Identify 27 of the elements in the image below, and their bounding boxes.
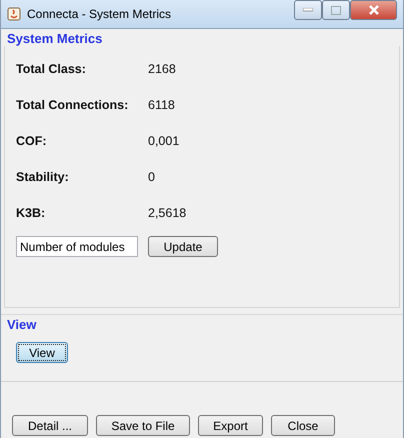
section-heading: System Metrics xyxy=(6,30,104,46)
minimize-button[interactable] xyxy=(294,0,322,20)
maximize-button[interactable] xyxy=(322,0,350,20)
metric-value: 6118 xyxy=(148,97,176,112)
close-button[interactable] xyxy=(350,0,397,20)
metric-label: Stability: xyxy=(16,169,70,184)
metric-label: K3B: xyxy=(16,205,46,220)
dialog-button[interactable]: Detail ... xyxy=(12,415,88,436)
app-icon xyxy=(7,7,21,21)
dialog-button[interactable]: Export xyxy=(198,415,263,436)
close-icon xyxy=(368,5,380,15)
metric-value: 2,5618 xyxy=(148,205,188,220)
dialog-button[interactable]: Close xyxy=(271,415,335,436)
window-title: Connecta - System Metrics xyxy=(27,7,172,21)
dialog-button[interactable]: Save to File xyxy=(96,415,190,436)
metric-label: Total Class: xyxy=(16,61,87,76)
minimize-icon xyxy=(303,8,313,12)
metric-value: 0 xyxy=(148,169,156,184)
section-heading: View xyxy=(6,316,38,332)
metric-value: 2168 xyxy=(148,61,177,76)
maximize-icon xyxy=(331,6,341,14)
modules-field[interactable]: Number of modules xyxy=(16,236,138,257)
update-button[interactable]: Update xyxy=(148,236,218,257)
metric-label: COF: xyxy=(16,133,48,148)
metric-value: 0,001 xyxy=(148,133,180,148)
view-button[interactable]: View xyxy=(16,342,68,363)
metric-label: Total Connections: xyxy=(16,97,130,112)
